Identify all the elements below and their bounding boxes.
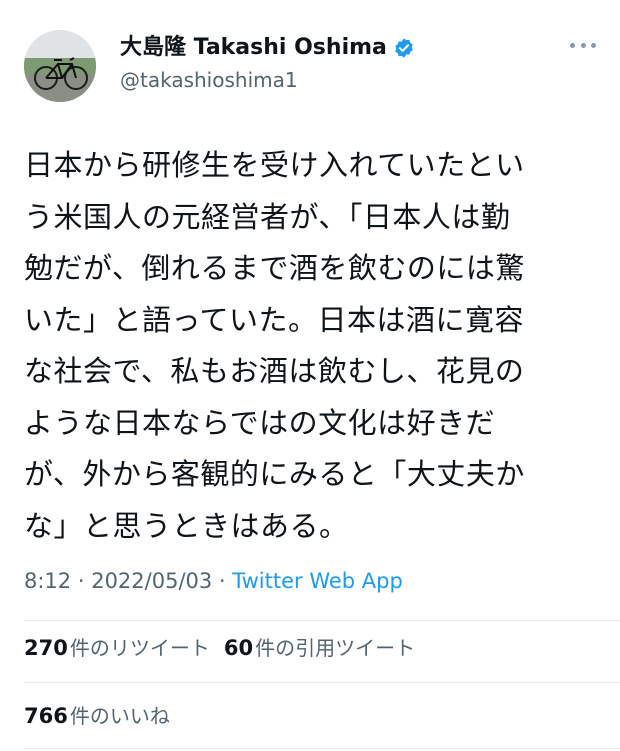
more-options-icon[interactable] <box>570 40 596 50</box>
meta-separator: · <box>71 569 92 593</box>
retweets-label: 件のリツイート <box>69 636 210 660</box>
quotes-count: 60 <box>223 636 254 660</box>
display-name-text[interactable]: 大島隆 Takashi Oshima <box>120 34 387 62</box>
tweet-text-line: な社会で、私もお酒は飲むし、花見の <box>24 354 525 388</box>
likes-label: 件のいいね <box>69 704 170 728</box>
likes-stat[interactable]: 766 件のいいね <box>24 701 170 731</box>
tweet-text-line: う米国人の元経営者が、「日本人は勤 <box>24 199 511 234</box>
tweet-header: 大島隆 Takashi Oshima @takashioshima1 <box>24 30 596 102</box>
quotes-stat[interactable]: 60 件の引用ツイート <box>224 633 415 663</box>
bicycle-icon <box>24 30 96 102</box>
divider <box>24 682 620 683</box>
source-app-link[interactable]: Twitter Web App <box>232 569 403 593</box>
avatar[interactable] <box>24 30 96 102</box>
tweet-text-line: いた」と語っていた。日本は酒に寛容 <box>24 302 525 337</box>
tweet-time[interactable]: 8:12 <box>24 569 71 593</box>
tweet-text-line: ような日本ならではの文化は好きだ <box>24 405 496 440</box>
author-names[interactable]: 大島隆 Takashi Oshima @takashioshima1 <box>120 34 415 94</box>
handle[interactable]: @takashioshima1 <box>120 66 415 94</box>
tweet-text-line: な」と思うときはある。 <box>24 508 349 543</box>
divider <box>24 748 620 749</box>
tweet-text-line: 勉だが、倒れるまで酒を飲むのには驚 <box>24 251 525 285</box>
tweet-text-line: が、外から客観的にみると「大丈夫か <box>24 457 525 491</box>
quotes-label: 件の引用ツイート <box>255 636 416 660</box>
verified-badge-icon <box>395 38 413 58</box>
retweets-count: 270 <box>24 636 68 660</box>
likes-count: 766 <box>24 704 68 728</box>
display-name[interactable]: 大島隆 Takashi Oshima <box>120 34 415 62</box>
tweet-meta: 8:12 · 2022/05/03 · Twitter Web App <box>24 566 403 596</box>
likes-stats: 766 件のいいね <box>24 701 184 731</box>
retweet-quote-stats: 270 件のリツイート 60 件の引用ツイート <box>24 633 429 663</box>
meta-separator: · <box>212 569 233 593</box>
tweet-text: 日本から研修生を受け入れていたとい う米国人の元経営者が、「日本人は勤 勉だが、… <box>24 140 596 552</box>
divider <box>24 620 620 621</box>
tweet-detail: 大島隆 Takashi Oshima @takashioshima1 日本から研… <box>0 0 620 751</box>
tweet-text-line: 日本から研修生を受け入れていたとい <box>24 148 525 182</box>
retweets-stat[interactable]: 270 件のリツイート <box>24 633 210 663</box>
tweet-date[interactable]: 2022/05/03 <box>91 569 212 593</box>
